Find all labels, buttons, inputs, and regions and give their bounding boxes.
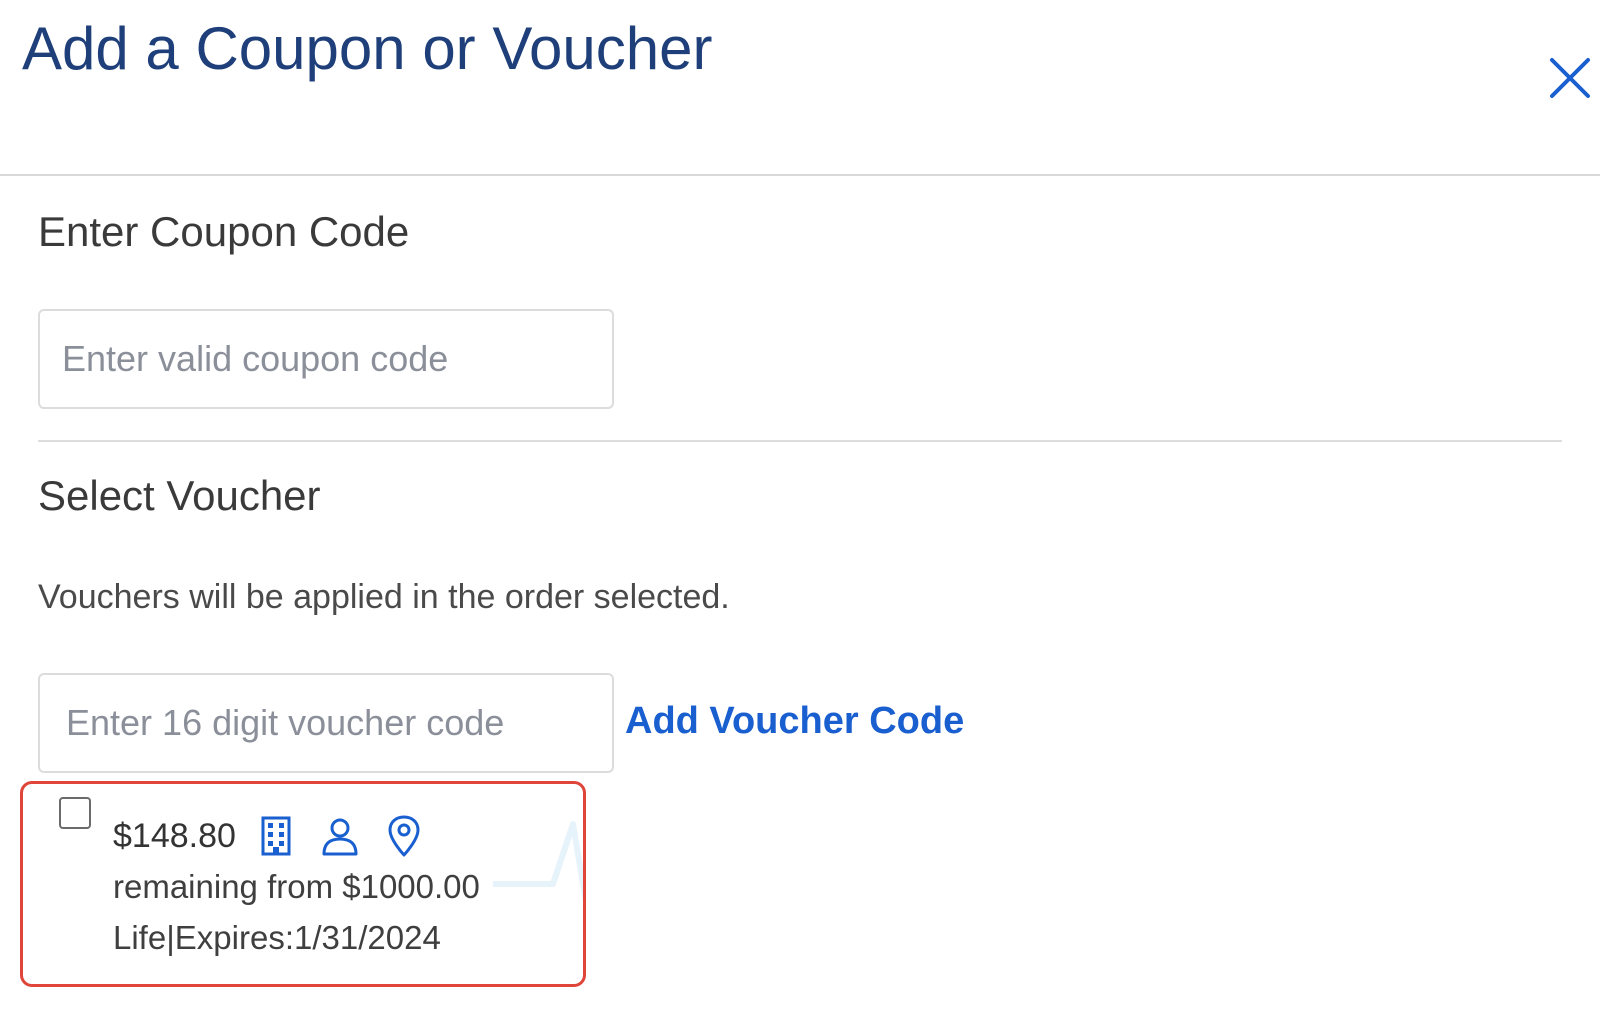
add-voucher-code-link[interactable]: Add Voucher Code [625, 700, 964, 743]
building-icon [254, 814, 298, 858]
person-icon [318, 814, 362, 858]
voucher-expires-text: Life|Expires:1/31/2024 [113, 919, 441, 956]
voucher-card[interactable]: $148.80 remaining from $1000.00 Life|Exp… [20, 781, 586, 987]
voucher-remaining-text: remaining from $1000.00 [113, 868, 480, 905]
heartbeat-watermark-icon [493, 821, 583, 903]
voucher-amount: $148.80 [113, 816, 236, 855]
location-pin-icon [382, 814, 426, 858]
voucher-amount-row: $148.80 [113, 812, 446, 860]
close-button[interactable] [1548, 56, 1592, 100]
dialog-title: Add a Coupon or Voucher [22, 15, 713, 82]
add-coupon-voucher-dialog: Add a Coupon or Voucher Enter Coupon Cod… [0, 0, 1600, 1019]
section-divider [38, 440, 1562, 442]
voucher-order-note: Vouchers will be applied in the order se… [38, 578, 730, 616]
voucher-code-input[interactable] [38, 673, 614, 773]
header-divider [0, 174, 1600, 176]
voucher-select-checkbox[interactable] [59, 797, 91, 829]
coupon-section-title: Enter Coupon Code [38, 208, 410, 255]
voucher-section-title: Select Voucher [38, 472, 321, 519]
close-icon [1550, 58, 1590, 98]
coupon-code-input[interactable] [38, 309, 614, 409]
